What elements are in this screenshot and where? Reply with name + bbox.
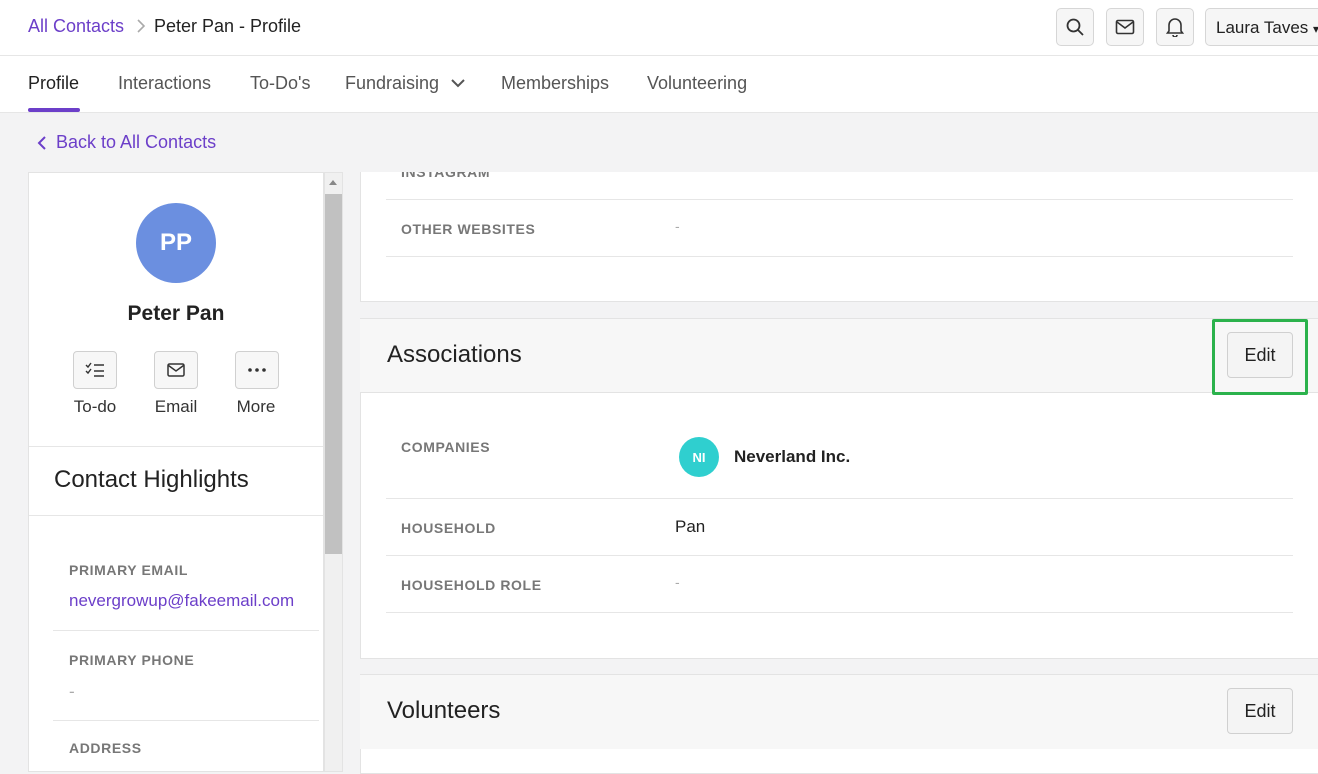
chevron-left-icon [37, 135, 46, 150]
tab-fundraising[interactable]: Fundraising [345, 73, 466, 94]
tab-interactions[interactable]: Interactions [118, 73, 211, 94]
tab-fundraising-label: Fundraising [345, 73, 440, 93]
company-avatar: NI [679, 437, 719, 477]
associations-title: Associations [387, 341, 522, 368]
divider [53, 630, 319, 631]
social-card [360, 172, 1318, 302]
household-role-label: HOUSEHOLD ROLE [401, 577, 542, 593]
mail-icon [167, 363, 185, 377]
address-label: ADDRESS [69, 740, 142, 756]
breadcrumb-current: Peter Pan - Profile [154, 16, 302, 36]
chevron-right-icon [137, 19, 146, 33]
household-role-value: - [675, 574, 680, 590]
contact-highlights-title: Contact Highlights [54, 466, 249, 493]
scroll-mask [340, 113, 1318, 172]
household-value: Pan [675, 517, 706, 536]
divider [386, 199, 1293, 200]
other-websites-label: OTHER WEBSITES [401, 221, 536, 237]
tab-profile[interactable]: Profile [28, 73, 79, 94]
top-bar: All Contacts Peter Pan - Profile Laura T… [0, 0, 1318, 56]
mail-button[interactable] [1106, 8, 1144, 46]
household-label: HOUSEHOLD [401, 520, 496, 536]
search-button[interactable] [1056, 8, 1094, 46]
company-name-link[interactable]: Neverland Inc. [734, 447, 850, 467]
user-menu-button[interactable]: Laura Taves ▾ [1205, 8, 1318, 46]
email-label: Email [154, 397, 198, 416]
todo-button[interactable] [73, 351, 117, 389]
other-websites-value: - [675, 218, 680, 234]
profile-tabs: Profile Interactions To-Do's Fundraising… [0, 56, 1318, 113]
checklist-icon [85, 362, 104, 377]
primary-phone-value: - [69, 682, 75, 701]
tab-volunteering[interactable]: Volunteering [647, 73, 747, 94]
volunteers-title: Volunteers [387, 697, 501, 724]
primary-phone-label: PRIMARY PHONE [69, 652, 195, 668]
search-icon [1066, 18, 1084, 36]
divider [53, 720, 319, 721]
active-tab-indicator [28, 108, 80, 112]
scroll-up-arrow-icon[interactable] [329, 180, 337, 185]
mail-icon [1115, 19, 1135, 35]
back-link[interactable]: Back to All Contacts [36, 132, 216, 153]
tab-todos[interactable]: To-Do's [250, 73, 310, 94]
chevron-down-icon: ▾ [1313, 22, 1318, 36]
divider [29, 515, 323, 516]
divider [386, 555, 1293, 556]
divider [29, 446, 323, 447]
more-dots-icon [248, 368, 266, 372]
email-button[interactable] [154, 351, 198, 389]
chevron-down-icon [451, 79, 465, 88]
more-button[interactable] [235, 351, 279, 389]
scrollbar-thumb[interactable] [325, 194, 342, 554]
back-link-label: Back to All Contacts [56, 132, 217, 152]
todo-label: To-do [73, 397, 117, 416]
highlight-box [1212, 319, 1308, 395]
divider [386, 612, 1293, 613]
companies-label: COMPANIES [401, 439, 491, 455]
primary-email-link[interactable]: nevergrowup@fakeemail.com [69, 591, 294, 611]
more-label: More [236, 397, 276, 416]
tab-memberships[interactable]: Memberships [501, 73, 609, 94]
contact-name: Peter Pan [127, 302, 225, 325]
divider [386, 256, 1293, 257]
volunteers-header [360, 675, 1318, 749]
avatar: PP [136, 203, 216, 283]
volunteers-edit-button[interactable]: Edit [1227, 688, 1293, 734]
primary-email-label: PRIMARY EMAIL [69, 562, 189, 578]
notifications-button[interactable] [1156, 8, 1194, 46]
bell-icon [1166, 18, 1184, 37]
user-name: Laura Taves [1216, 18, 1309, 37]
breadcrumb-all-contacts[interactable]: All Contacts [28, 16, 124, 37]
divider [386, 498, 1293, 499]
